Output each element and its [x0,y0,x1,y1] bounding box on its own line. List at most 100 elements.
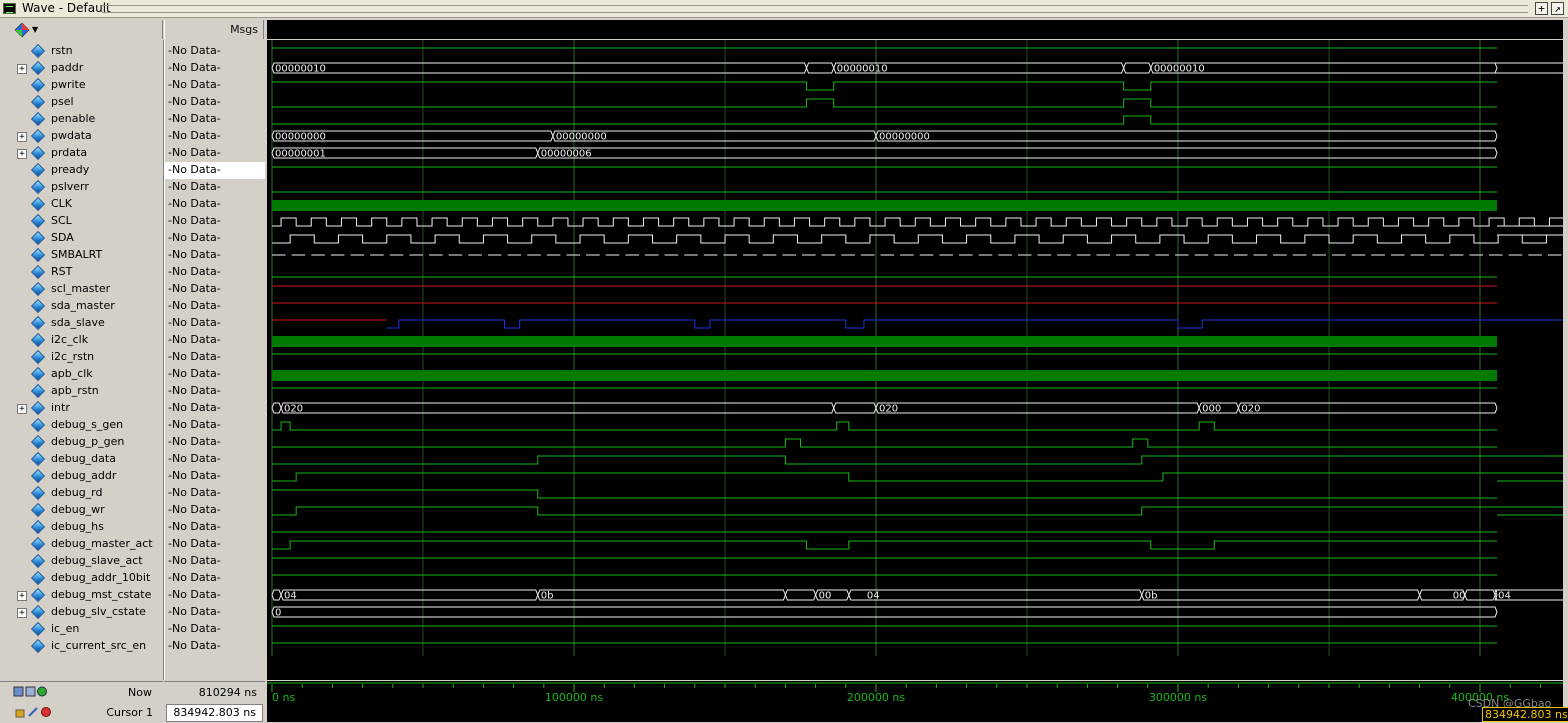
signal-value: -No Data- [168,537,221,550]
signal-value-row[interactable]: -No Data- [165,349,265,366]
signal-value-row[interactable]: -No Data- [165,128,265,145]
waveform-pane[interactable]: 00000010 00000010 00000010 00000000 00000000… [267,40,1568,680]
signal-value-row[interactable]: -No Data- [165,638,265,655]
signal-value-row[interactable]: -No Data- [165,247,265,264]
signal-row-RST[interactable]: RST [0,264,163,281]
signal-row-debug_slv_cstate[interactable]: + debug_slv_cstate [0,604,163,621]
signal-row-SMBALRT[interactable]: SMBALRT [0,247,163,264]
signal-value-row[interactable]: -No Data- [165,621,265,638]
signal-value-row[interactable]: -No Data- [165,111,265,128]
vertical-scrollbar[interactable] [1563,40,1568,680]
signal-value-row[interactable]: -No Data- [165,417,265,434]
expand-icon[interactable]: + [17,404,27,414]
cursor-time-readout[interactable]: 834942.803 ns [1482,707,1568,722]
signal-value-row[interactable]: -No Data- [165,315,265,332]
time-axis[interactable]: 0 ns 100000 ns 200000 ns 300000 ns 400000 ns… [267,681,1563,722]
signal-value-row[interactable]: -No Data- [165,587,265,604]
signal-value-row[interactable]: -No Data- [165,94,265,111]
signal-value-row[interactable]: -No Data- [165,162,265,179]
expand-icon[interactable]: + [17,149,27,159]
bus-label: 00000001 [275,149,326,160]
signal-row-pready[interactable]: pready [0,162,163,179]
signal-value-row[interactable]: -No Data- [165,485,265,502]
signal-row-scl_master[interactable]: scl_master [0,281,163,298]
expand-icon[interactable]: + [17,591,27,601]
signal-row-debug_data[interactable]: debug_data [0,451,163,468]
cursor-value-field[interactable]: 834942.803 ns [166,704,263,722]
signal-row-sda_slave[interactable]: sda_slave [0,315,163,332]
signal-row-i2c_rstn[interactable]: i2c_rstn [0,349,163,366]
signal-row-debug_rd[interactable]: debug_rd [0,485,163,502]
signal-row-paddr[interactable]: + paddr [0,60,163,77]
signal-row-pslverr[interactable]: pslverr [0,179,163,196]
signal-row-debug_p_gen[interactable]: debug_p_gen [0,434,163,451]
signal-row-pwrite[interactable]: pwrite [0,77,163,94]
signal-value-row[interactable]: -No Data- [165,536,265,553]
signal-value-row[interactable]: -No Data- [165,604,265,621]
signal-row-sda_master[interactable]: sda_master [0,298,163,315]
signal-value-row[interactable]: -No Data- [165,281,265,298]
signal-value-row[interactable]: -No Data- [165,434,265,451]
signal-row-ic_en[interactable]: ic_en [0,621,163,638]
signal-value-row[interactable]: -No Data- [165,43,265,60]
signal-row-psel[interactable]: psel [0,94,163,111]
cursor-label[interactable]: Cursor 1 [106,706,153,719]
signal-value-row[interactable]: -No Data- [165,77,265,94]
signal-value-row[interactable]: -No Data- [165,366,265,383]
bus-label: 0b [541,591,554,602]
cursor-lock-icons[interactable] [15,706,53,718]
add-remove-icons[interactable] [12,686,52,698]
signal-value-row[interactable]: -No Data- [165,60,265,77]
signal-diamond-icon [30,179,46,195]
signal-row-apb_clk[interactable]: apb_clk [0,366,163,383]
signal-value-row[interactable]: -No Data- [165,179,265,196]
signal-value-row[interactable]: -No Data- [165,230,265,247]
signal-row-ic_current_src_en[interactable]: ic_current_src_en [0,638,163,655]
signal-value-row[interactable]: -No Data- [165,145,265,162]
signal-row-debug_mst_cstate[interactable]: + debug_mst_cstate [0,587,163,604]
bus-label: 020 [879,404,898,415]
signal-row-intr[interactable]: + intr [0,400,163,417]
signal-value-row[interactable]: -No Data- [165,196,265,213]
signal-value-row[interactable]: -No Data- [165,383,265,400]
signal-name: sda_master [51,299,115,312]
waveform-canvas[interactable]: 00000010 00000010 0000001000000000 00000000… [267,40,1568,680]
signal-row-debug_master_act[interactable]: debug_master_act [0,536,163,553]
signal-row-pwdata[interactable]: + pwdata [0,128,163,145]
expand-icon[interactable]: + [17,64,27,74]
signal-value-row[interactable]: -No Data- [165,570,265,587]
signal-row-apb_rstn[interactable]: apb_rstn [0,383,163,400]
undock-button[interactable]: ↗ [1551,2,1564,15]
object-type-icon[interactable] [14,22,30,38]
signal-row-penable[interactable]: penable [0,111,163,128]
signal-value-row[interactable]: -No Data- [165,502,265,519]
signal-row-i2c_clk[interactable]: i2c_clk [0,332,163,349]
signal-row-debug_addr_10bit[interactable]: debug_addr_10bit [0,570,163,587]
signal-value: -No Data- [168,282,221,295]
expand-icon[interactable]: + [17,132,27,142]
signal-value-row[interactable]: -No Data- [165,451,265,468]
signal-value-row[interactable]: -No Data- [165,332,265,349]
signal-value-row[interactable]: -No Data- [165,400,265,417]
maximize-button[interactable]: + [1535,2,1548,15]
signal-row-debug_addr[interactable]: debug_addr [0,468,163,485]
signal-row-debug_hs[interactable]: debug_hs [0,519,163,536]
signal-row-SCL[interactable]: SCL [0,213,163,230]
signal-value-row[interactable]: -No Data- [165,468,265,485]
signal-value-row[interactable]: -No Data- [165,213,265,230]
signal-row-debug_slave_act[interactable]: debug_slave_act [0,553,163,570]
signal-name: pwdata [51,129,92,142]
signal-value-row[interactable]: -No Data- [165,264,265,281]
signal-row-debug_s_gen[interactable]: debug_s_gen [0,417,163,434]
signal-value-row[interactable]: -No Data- [165,298,265,315]
signal-row-debug_wr[interactable]: debug_wr [0,502,163,519]
signal-row-prdata[interactable]: + prdata [0,145,163,162]
signal-row-CLK[interactable]: CLK [0,196,163,213]
signal-row-SDA[interactable]: SDA [0,230,163,247]
chevron-down-icon[interactable]: ▼ [32,25,38,34]
signal-row-rstn[interactable]: rstn [0,43,163,60]
signal-value-row[interactable]: -No Data- [165,553,265,570]
titlebar-grip[interactable] [102,5,1528,13]
signal-value-row[interactable]: -No Data- [165,519,265,536]
expand-icon[interactable]: + [17,608,27,618]
